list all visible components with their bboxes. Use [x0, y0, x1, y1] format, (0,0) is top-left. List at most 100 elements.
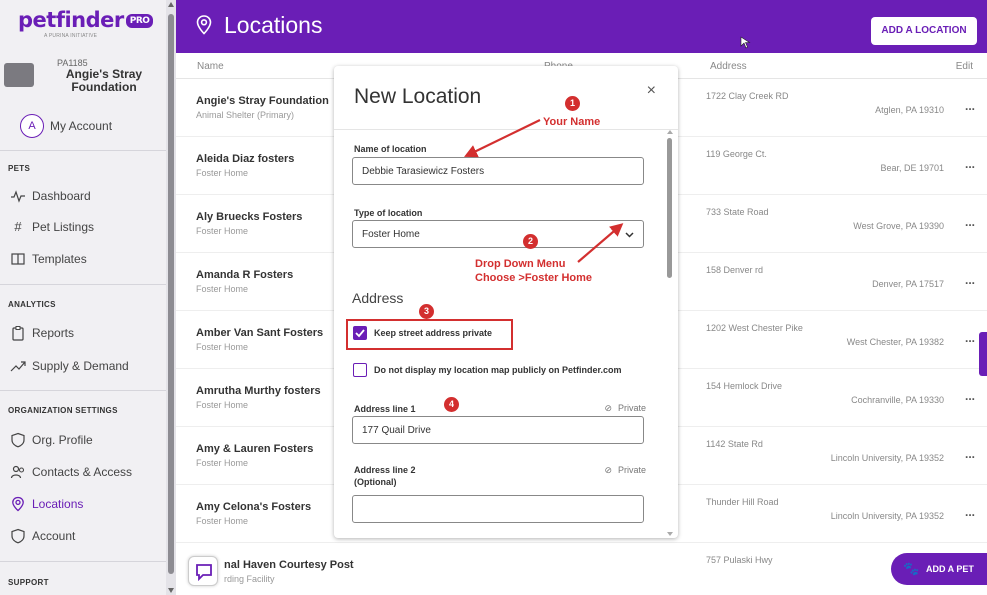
shield-icon [10, 528, 26, 544]
my-account-link[interactable]: A My Account [6, 112, 146, 140]
column-header-edit: Edit [955, 61, 973, 72]
section-org-settings: ORGANIZATION SETTINGS [8, 406, 118, 415]
location-address: Thunder Hill Road [706, 497, 779, 507]
feedback-tab[interactable] [979, 332, 987, 376]
chat-button[interactable] [188, 556, 218, 586]
row-menu-button[interactable]: ... [965, 157, 975, 171]
annotation-your-name: Your Name [543, 116, 601, 128]
location-city: West Chester, PA 19382 [846, 337, 944, 347]
chevron-down-icon [625, 230, 634, 239]
modal-scroll-thumb[interactable] [667, 138, 672, 278]
sidebar-item-label: Supply & Demand [32, 359, 129, 373]
location-address: 1202 West Chester Pike [706, 323, 803, 333]
sidebar-scrollbar[interactable] [166, 0, 176, 595]
location-type: Foster Home [196, 342, 249, 352]
hide-map-label: Do not display my location map publicly … [374, 365, 622, 375]
sidebar-divider [0, 561, 166, 562]
location-name: Amanda R Fosters [196, 269, 294, 281]
type-of-location-select[interactable]: Foster Home [352, 220, 644, 248]
row-menu-button[interactable]: ... [965, 505, 975, 519]
location-name: nal Haven Courtesy Post [224, 559, 354, 571]
row-menu-button[interactable]: ... [965, 273, 975, 287]
annotation-dropdown-line1: Drop Down Menu [475, 258, 566, 270]
location-pin-icon [194, 14, 214, 36]
name-of-location-input[interactable]: Debbie Tarasiewicz Fosters [352, 157, 644, 185]
modal-scrollbar[interactable] [666, 130, 674, 538]
shield-icon [10, 432, 26, 448]
annotation-badge-2: 2 [523, 234, 538, 249]
my-account-label: My Account [50, 119, 113, 133]
location-address: 1722 Clay Creek RD [706, 91, 789, 101]
location-name: Angie's Stray Foundation [196, 95, 329, 107]
sidebar-divider [0, 284, 166, 285]
location-type: rding Facility [224, 574, 275, 584]
location-name: Aly Bruecks Fosters [196, 211, 303, 223]
row-menu-button[interactable]: ... [965, 389, 975, 403]
add-a-pet-button[interactable]: 🐾 ADD A PET [891, 553, 987, 585]
sidebar-item-supply-demand[interactable]: Supply & Demand [10, 356, 160, 378]
location-name: Amy & Lauren Fosters [196, 443, 314, 455]
location-pin-icon [10, 496, 26, 512]
sidebar-item-label: Templates [32, 252, 87, 266]
sidebar-item-templates[interactable]: Templates [10, 249, 160, 271]
row-menu-button[interactable]: ... [965, 215, 975, 229]
template-icon [10, 251, 26, 267]
sidebar-item-org-profile[interactable]: Org. Profile [10, 430, 160, 452]
row-menu-button[interactable]: ... [965, 99, 975, 113]
address-line2-input[interactable] [352, 495, 644, 523]
petfinder-logo[interactable]: petfinder PRO [18, 8, 154, 32]
table-row[interactable]: nal Haven Courtesy Post rding Facility 7… [176, 543, 987, 595]
section-analytics: ANALYTICS [8, 300, 56, 309]
sidebar-item-locations[interactable]: Locations [10, 494, 160, 516]
sidebar-item-label: Org. Profile [32, 433, 93, 447]
sidebar-divider [0, 390, 166, 391]
location-type: Foster Home [196, 168, 249, 178]
type-of-location-label: Type of location [354, 208, 423, 218]
sidebar-item-dashboard[interactable]: Dashboard [10, 186, 160, 208]
pulse-icon [10, 188, 26, 204]
private-indicator: ⊘ Private [604, 465, 646, 476]
scroll-up-arrow-icon[interactable] [667, 130, 673, 134]
hide-map-checkbox[interactable] [353, 363, 367, 377]
location-name: Aleida Diaz fosters [196, 153, 295, 165]
new-location-modal: New Location × Name of location Debbie T… [334, 66, 678, 538]
location-type: Foster Home [196, 516, 249, 526]
add-a-pet-label: ADD A PET [926, 564, 974, 574]
annotation-badge-3: 3 [419, 304, 434, 319]
private-label: Private [617, 403, 646, 413]
eye-slash-icon: ⊘ [604, 403, 612, 413]
sidebar-scroll-thumb[interactable] [168, 14, 174, 574]
location-city: Lincoln University, PA 19352 [830, 511, 944, 521]
location-name: Amrutha Murthy fosters [196, 385, 321, 397]
row-menu-button[interactable]: ... [965, 331, 975, 345]
sidebar-item-reports[interactable]: Reports [10, 323, 160, 345]
location-city: Atglen, PA 19310 [875, 105, 944, 115]
location-city: Cochranville, PA 19330 [851, 395, 944, 405]
sidebar-item-account[interactable]: Account [10, 526, 160, 548]
location-city: Lincoln University, PA 19352 [830, 453, 944, 463]
annotation-badge-4: 4 [444, 397, 459, 412]
sidebar-item-contacts-access[interactable]: Contacts & Access [10, 462, 160, 484]
pro-badge: PRO [125, 14, 154, 28]
sidebar-item-label: Pet Listings [32, 220, 95, 234]
location-city: Denver, PA 17517 [872, 279, 944, 289]
row-menu-button[interactable]: ... [965, 447, 975, 461]
modal-title: New Location [354, 85, 482, 108]
sidebar-item-pet-listings[interactable]: # Pet Listings [10, 217, 160, 239]
hash-icon: # [14, 219, 22, 234]
org-switcher[interactable]: PA1185 Angie's Stray Foundation [4, 58, 164, 98]
scroll-down-arrow-icon[interactable] [667, 532, 673, 536]
annotation-badge-1: 1 [565, 96, 580, 111]
scroll-down-arrow-icon[interactable] [168, 588, 174, 593]
close-icon[interactable]: × [647, 82, 656, 100]
sidebar: petfinder PRO A PURINA INITIATIVE PA1185 … [0, 0, 172, 595]
page-header: Locations ADD A LOCATION [176, 0, 987, 53]
add-location-button[interactable]: ADD A LOCATION [871, 17, 977, 45]
modal-divider [334, 129, 678, 130]
org-name: Angie's Stray Foundation [65, 67, 143, 94]
address-line1-input[interactable]: 177 Quail Drive [352, 416, 644, 444]
scroll-up-arrow-icon[interactable] [168, 2, 174, 7]
sidebar-item-label: Locations [32, 497, 84, 511]
type-of-location-value: Foster Home [362, 229, 420, 240]
location-type: Foster Home [196, 226, 249, 236]
